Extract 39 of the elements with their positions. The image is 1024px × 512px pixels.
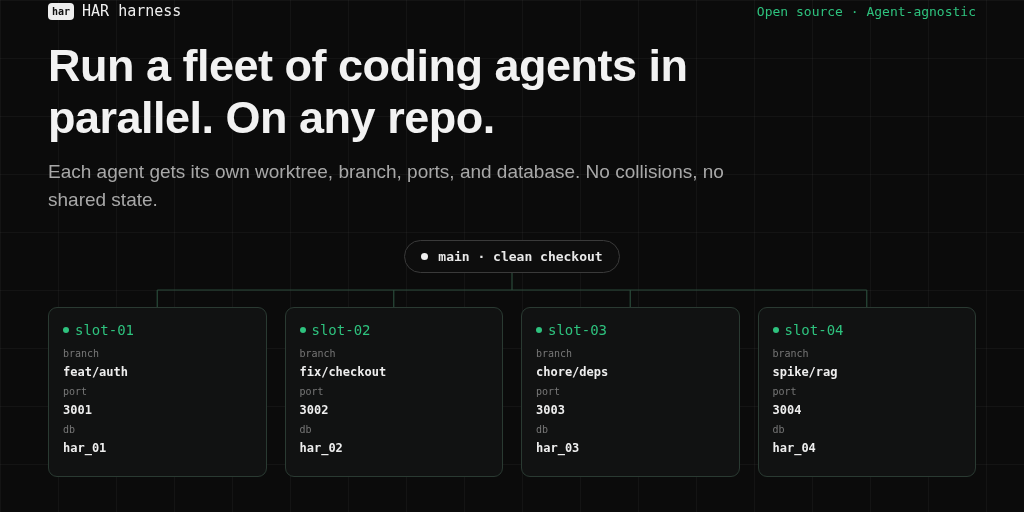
field-value: 3003 <box>536 402 566 419</box>
field-label: db <box>299 423 313 437</box>
field-value: har_04 <box>772 440 817 458</box>
field-label: db <box>536 423 550 437</box>
field-value: har_01 <box>63 440 108 458</box>
field-label: branch <box>63 347 101 361</box>
field-value: chore/deps <box>536 364 610 381</box>
hero-title: Run a fleet of coding agents in parallel. On any repo. <box>48 40 689 144</box>
field-value: fix/checkout <box>299 364 388 381</box>
field-value: feat/auth <box>63 364 130 381</box>
slot-name: slot-03 <box>548 322 607 338</box>
field-label: port <box>772 385 798 399</box>
branch-label: main · clean checkout <box>438 249 603 264</box>
slot-name: slot-01 <box>75 322 134 338</box>
field-label: port <box>536 385 562 399</box>
field-value: har_03 <box>536 440 581 458</box>
slot-name: slot-04 <box>784 322 844 338</box>
field-value: 3004 <box>772 402 803 419</box>
field-value: spike/rag <box>772 364 839 381</box>
slot-name: slot-02 <box>311 322 371 338</box>
field-label: branch <box>772 347 810 361</box>
tagline: Open source · Agent-agnostic <box>756 3 976 19</box>
field-label: port <box>299 385 325 399</box>
field-label: port <box>63 385 89 399</box>
hero-subtitle: Each agent gets its own worktree, branch, ports, and database. No collisions, no shared state. <box>48 160 725 212</box>
field-label: db <box>772 423 786 437</box>
status-dot-icon <box>772 327 779 333</box>
logo[interactable]: har <box>48 2 75 20</box>
field-label: db <box>63 423 77 437</box>
field-value: 3002 <box>299 402 330 419</box>
dot-icon <box>421 253 429 260</box>
field-value: 3001 <box>63 402 93 419</box>
status-dot-icon <box>536 327 542 333</box>
status-dot-icon <box>63 327 69 333</box>
brand-name: HAR harness <box>82 2 182 20</box>
status-dot-icon <box>299 327 306 333</box>
field-label: branch <box>299 347 337 361</box>
field-label: branch <box>536 347 574 361</box>
field-value: har_02 <box>299 440 344 458</box>
